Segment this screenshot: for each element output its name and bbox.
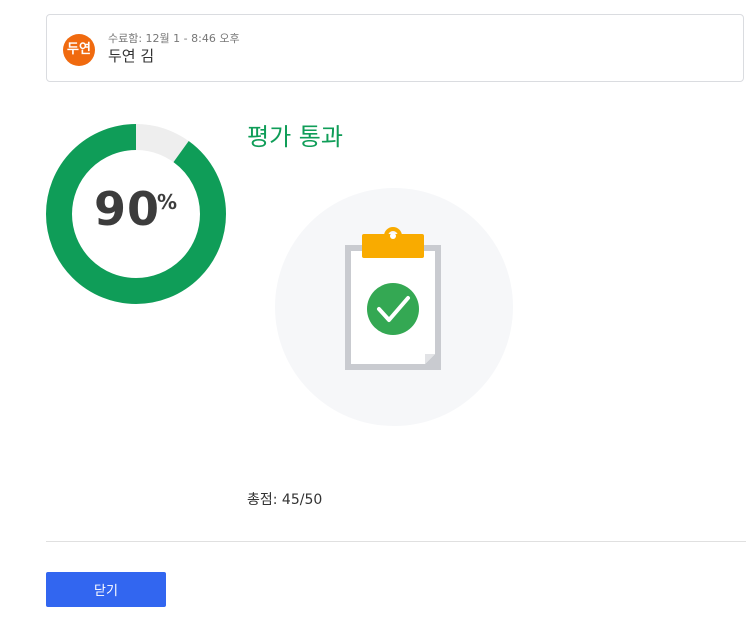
result-title: 평가 통과 [247,123,343,151]
submission-card: 두연 수료함: 12월 1 - 8:46 오후 두연 김 [46,14,744,82]
score-percent: 90 [94,182,161,236]
percent-sign: % [157,190,178,214]
close-button[interactable]: 닫기 [46,572,166,607]
clipboard-check-icon [275,188,513,426]
total-score: 총점: 45/50 [247,492,323,508]
avatar: 두연 [63,34,95,66]
student-name: 두연 김 [108,47,155,65]
score-donut-chart: 90 % [46,124,226,304]
quiz-result-page: 두연 수료함: 12월 1 - 8:46 오후 두연 김 90 % 평가 통과 [0,0,754,629]
divider [46,541,746,542]
submitted-timestamp: 수료함: 12월 1 - 8:46 오후 [108,32,240,45]
check-circle-icon [367,283,419,335]
